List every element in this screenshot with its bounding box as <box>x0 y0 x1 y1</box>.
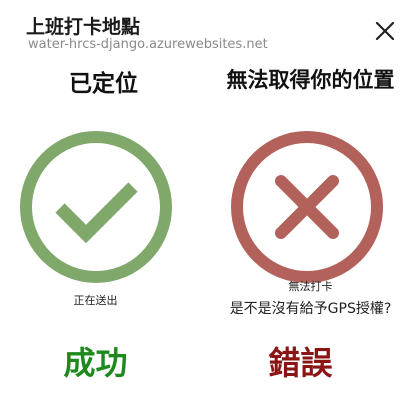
success-result: 成功 <box>63 344 128 382</box>
error-panel: 無法取得你的位置 無法打卡 是不是沒有給予GPS授權? 錯誤 <box>207 62 414 418</box>
success-panel: 已定位 正在送出 成功 <box>0 62 207 418</box>
location-error-headline: 無法取得你的位置 <box>226 68 395 92</box>
sending-caption: 正在送出 <box>73 294 118 307</box>
cannot-punch-caption: 無法打卡 <box>288 280 333 293</box>
error-result: 錯誤 <box>268 344 333 382</box>
check-icon <box>20 131 172 283</box>
located-headline: 已定位 <box>69 71 138 97</box>
x-icon <box>231 131 383 283</box>
dialog-header: 上班打卡地點 water-hrcs-django.azurewebsites.n… <box>0 0 414 62</box>
gps-permission-caption: 是不是沒有給予GPS授權? <box>229 301 392 317</box>
close-icon[interactable] <box>374 20 396 42</box>
dialog-title: 上班打卡地點 <box>26 16 141 38</box>
site-url: water-hrcs-django.azurewebsites.net <box>28 37 268 52</box>
